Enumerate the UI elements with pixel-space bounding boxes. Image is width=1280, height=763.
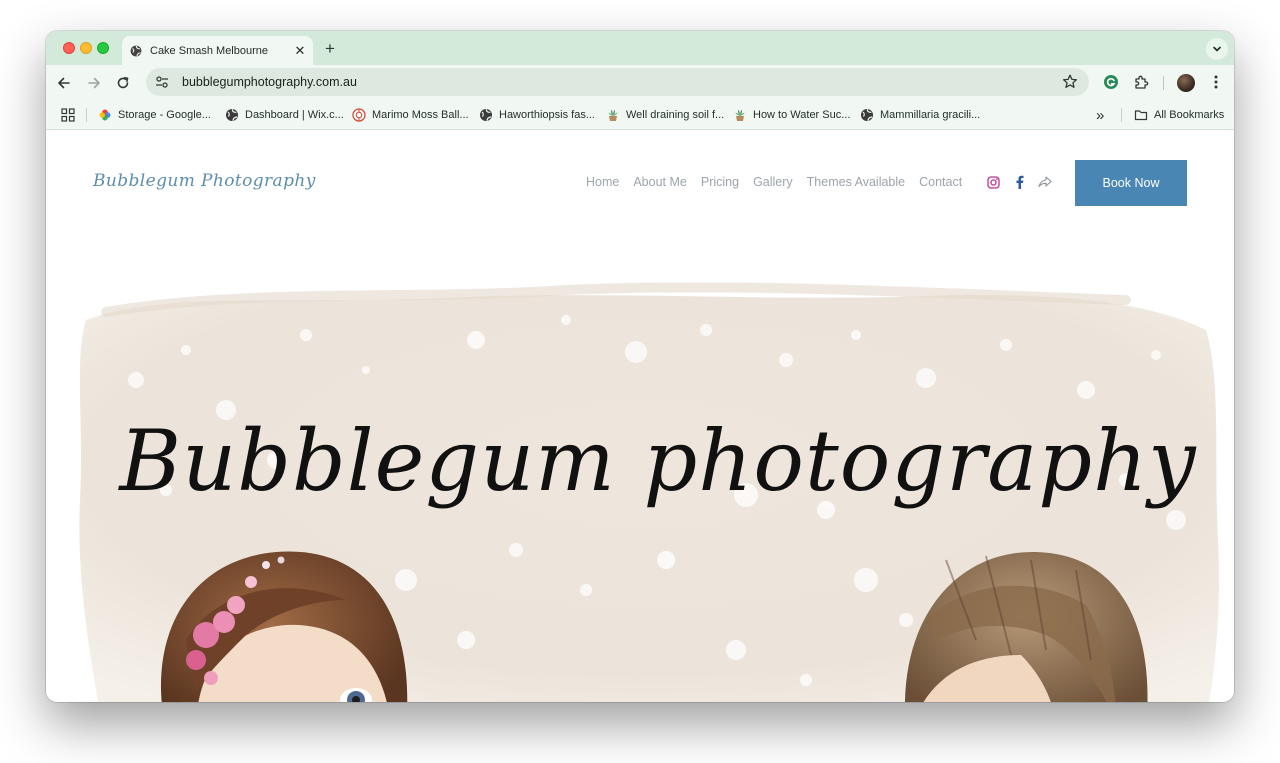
browser-menu-icon[interactable] xyxy=(1206,72,1226,92)
bookmark-item[interactable]: Marimo Moss Ball... xyxy=(352,105,469,125)
bookmark-label: Mammillaria gracili... xyxy=(880,109,981,121)
address-bar[interactable]: bubblegumphotography.com.au xyxy=(146,68,1089,96)
bookmark-item[interactable]: Dashboard | Wix.c... xyxy=(225,105,344,125)
nav-about-me[interactable]: About Me xyxy=(633,175,687,189)
folder-icon xyxy=(1134,108,1148,122)
share-icon[interactable] xyxy=(1038,175,1052,189)
browser-tab[interactable]: Cake Smash Melbourne ✕ xyxy=(122,36,313,65)
bookmark-item[interactable]: Storage - Google... xyxy=(98,105,211,125)
bookmark-item[interactable]: Mammillaria gracili... xyxy=(860,105,980,125)
url-text: bubblegumphotography.com.au xyxy=(182,75,357,89)
arrow-left-icon xyxy=(58,77,70,89)
bookmark-label: Well draining soil f... xyxy=(626,109,725,121)
site-settings-icon[interactable] xyxy=(154,74,170,90)
hero-banner: Bubblegum photography one xyxy=(79,282,1220,702)
bookmark-label: Dashboard | Wix.c... xyxy=(245,109,344,121)
hero-gold-word: one xyxy=(589,678,723,702)
facebook-icon[interactable] xyxy=(1012,175,1026,189)
toolbar-divider xyxy=(1163,76,1164,90)
browser-toolbar: bubblegumphotography.com.au xyxy=(46,65,1234,99)
close-window-button[interactable] xyxy=(63,42,75,54)
bookmark-item[interactable]: How to Water Suc... xyxy=(733,105,850,125)
reload-button[interactable] xyxy=(112,72,134,94)
globe-icon xyxy=(130,45,142,57)
all-bookmarks-label: All Bookmarks xyxy=(1154,109,1225,121)
bookmark-label: How to Water Suc... xyxy=(753,109,851,121)
succulent-icon xyxy=(733,108,747,122)
tab-title: Cake Smash Melbourne xyxy=(150,44,269,57)
zoom-window-button[interactable] xyxy=(97,42,109,54)
web-page: Bubblegum Photography Home About Me Pric… xyxy=(46,131,1234,702)
book-now-button[interactable]: Book Now xyxy=(1075,160,1187,206)
nav-pricing[interactable]: Pricing xyxy=(701,175,739,189)
bookmarks-bar: Storage - Google... Dashboard | Wix.c...… xyxy=(46,99,1234,130)
tab-strip: Cake Smash Melbourne ✕ + xyxy=(46,31,1234,65)
globe-icon xyxy=(225,108,239,122)
nav-home[interactable]: Home xyxy=(586,175,619,189)
bookmark-label: Haworthiopsis fas... xyxy=(499,109,595,121)
bookmark-item[interactable]: Haworthiopsis fas... xyxy=(479,105,595,125)
profile-avatar[interactable] xyxy=(1177,74,1195,92)
bookmark-divider xyxy=(1121,108,1122,122)
new-tab-button[interactable]: + xyxy=(320,39,340,59)
instagram-icon[interactable] xyxy=(986,175,1000,189)
bookmark-divider xyxy=(86,108,87,122)
site-logo[interactable]: Bubblegum Photography xyxy=(93,171,316,191)
reload-icon xyxy=(117,77,129,89)
chevron-down-icon xyxy=(1213,46,1221,52)
apps-grid-icon[interactable] xyxy=(61,105,75,125)
nav-gallery[interactable]: Gallery xyxy=(753,175,793,189)
globe-icon xyxy=(479,108,493,122)
nav-contact[interactable]: Contact xyxy=(919,175,962,189)
extensions-puzzle-icon[interactable] xyxy=(1131,72,1151,92)
grammarly-extension-icon[interactable] xyxy=(1101,72,1121,92)
tab-close-icon[interactable]: ✕ xyxy=(291,42,309,60)
all-bookmarks-button[interactable]: All Bookmarks xyxy=(1134,105,1224,125)
marimo-icon xyxy=(352,108,366,122)
succulent-icon xyxy=(606,108,620,122)
back-button[interactable] xyxy=(53,72,75,94)
site-navigation: Home About Me Pricing Gallery Themes Ava… xyxy=(586,175,962,189)
tab-search-button[interactable] xyxy=(1206,38,1228,60)
bookmark-label: Storage - Google... xyxy=(118,109,211,121)
google-photos-icon xyxy=(98,108,112,122)
nav-themes-available[interactable]: Themes Available xyxy=(807,175,905,189)
desktop: Cake Smash Melbourne ✕ + bubblegumphotog… xyxy=(0,0,1280,763)
minimize-window-button[interactable] xyxy=(80,42,92,54)
hero-title: Bubblegum photography xyxy=(117,412,1197,510)
bookmark-label: Marimo Moss Ball... xyxy=(372,109,469,121)
arrow-right-icon xyxy=(88,77,100,89)
more-bookmarks-button[interactable]: » xyxy=(1096,105,1104,125)
bookmark-item[interactable]: Well draining soil f... xyxy=(606,105,724,125)
browser-window: Cake Smash Melbourne ✕ + bubblegumphotog… xyxy=(46,31,1234,702)
bookmark-star-icon[interactable] xyxy=(1061,73,1079,91)
globe-icon xyxy=(860,108,874,122)
forward-button[interactable] xyxy=(83,72,105,94)
